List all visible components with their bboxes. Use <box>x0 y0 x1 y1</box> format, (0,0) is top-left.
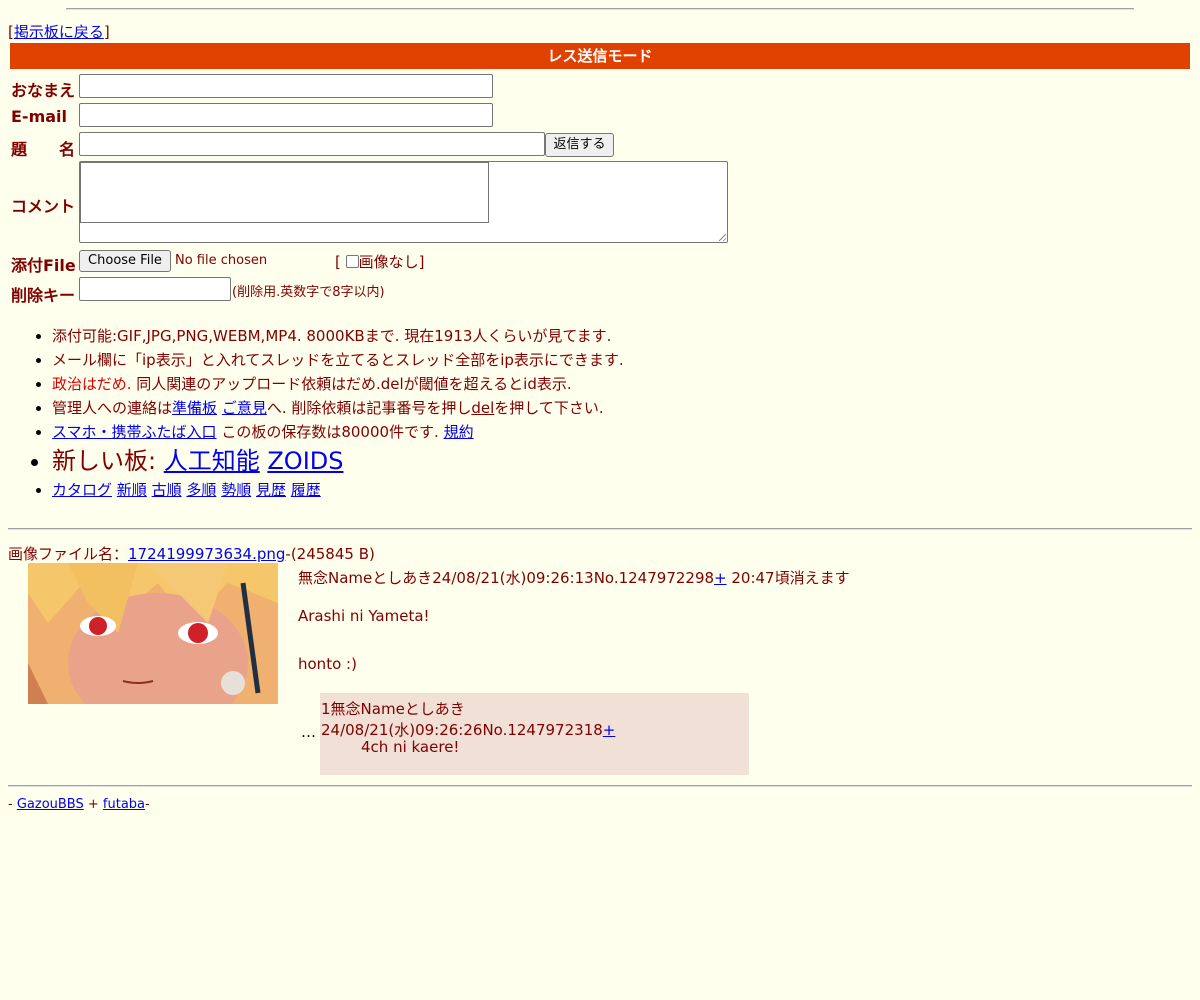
sort-old-link[interactable]: 古順 <box>152 481 182 499</box>
submit-reply-button[interactable]: 返信する <box>545 133 614 157</box>
anime-character-thumbnail-icon <box>28 563 278 704</box>
reply-sodane-button[interactable]: + <box>603 721 616 739</box>
back-nav: [掲示板に戻る] <box>8 21 110 42</box>
file-status-text: No file chosen <box>175 253 268 268</box>
reply-mode-header: レス送信モード <box>10 43 1190 69</box>
footer-suffix: - <box>145 797 150 812</box>
rule-mobile: スマホ・携帯ふたば入口 この板の保存数は80000件です. 規約 <box>52 420 624 444</box>
rule-mobile-text: この板の保存数は80000件です. <box>216 423 444 441</box>
no-image-checkbox[interactable] <box>345 255 359 268</box>
mobile-entrance-link[interactable]: スマホ・携帯ふたば入口 <box>52 423 217 441</box>
rule-politics-warning: 政治はだめ. <box>52 375 132 393</box>
top-divider <box>66 8 1134 10</box>
op-expire-text: 20:47頃消えます <box>726 569 850 587</box>
back-bracket-close: ] <box>103 23 110 41</box>
image-file-info: 画像ファイル名：1724199973634.png-(245845 B) <box>8 543 375 564</box>
op-post-body-line1: Arashi ni Yameta! <box>298 607 430 625</box>
ai-board-link[interactable]: 人工知能 <box>164 447 260 475</box>
feedback-link[interactable]: ご意見 <box>222 399 267 417</box>
sort-most-link[interactable]: 多順 <box>186 481 216 499</box>
rule-new-boards: 新しい板: 人工知能 ZOIDS <box>52 444 624 478</box>
rule-contact-text-b: へ. 削除依頼は記事番号を押し <box>266 399 472 417</box>
thread-thumbnail[interactable] <box>28 563 278 704</box>
reply-mode-title: レス送信モード <box>547 47 653 65</box>
comment-inner-box <box>80 162 489 223</box>
rule-contact: 管理人への連絡は準備板 ご意見へ. 削除依頼は記事番号を押しdelを押して下さい… <box>52 396 624 420</box>
name-label: おなまえ <box>11 81 76 100</box>
rule-ip: メール欄に「ip表示」と入れてスレッドを立てるとスレッド全部をip表示にできます… <box>52 348 624 372</box>
view-history-link[interactable]: 見歴 <box>256 481 286 499</box>
futaba-link[interactable]: futaba <box>103 797 145 812</box>
reply-post-body: 4ch ni kaere! <box>361 738 460 756</box>
noimage-bracket-open: [ <box>335 253 341 271</box>
post-history-link[interactable]: 履歴 <box>291 481 321 499</box>
new-boards-text: 新しい板: <box>52 447 164 475</box>
rule-contact-text-c: を押して下さい. <box>494 399 604 417</box>
del-button-ref: del <box>471 399 495 417</box>
rule-upload-text: 添付可能:GIF,JPG,PNG,WEBM,MP4. 8000KBまで. 現在1… <box>52 327 612 345</box>
footer-prefix: - <box>8 797 17 812</box>
comment-label: コメント <box>11 197 76 216</box>
file-label: 添付File <box>11 256 76 275</box>
subject-input[interactable] <box>79 132 545 156</box>
op-post-body-line2: honto :) <box>298 655 357 673</box>
email-input[interactable] <box>79 103 493 127</box>
noimage-bracket-close: ] <box>418 253 425 271</box>
back-to-board-link[interactable]: 掲示板に戻る <box>14 23 104 41</box>
rule-sort-links: カタログ 新順 古順 多順 勢順 見歴 履歴 <box>52 478 624 502</box>
sort-momentum-link[interactable]: 勢順 <box>221 481 251 499</box>
rule-politics-text: 同人関連のアップロード依頼はだめ.delが閾値を超えるとid表示. <box>131 375 572 393</box>
catalog-link[interactable]: カタログ <box>52 481 112 499</box>
no-image-label: 画像なし <box>358 253 419 271</box>
resize-grip-icon[interactable] <box>719 234 726 241</box>
comment-textarea[interactable] <box>79 161 728 243</box>
sort-new-link[interactable]: 新順 <box>117 481 147 499</box>
rule-upload: 添付可能:GIF,JPG,PNG,WEBM,MP4. 8000KBまで. 現在1… <box>52 324 624 348</box>
choose-file-button[interactable]: Choose File <box>79 250 171 272</box>
reply-post: 1無念Nameとしあき24/08/21(水)09:26:26No.1247972… <box>320 693 749 775</box>
delete-key-input[interactable] <box>79 277 231 301</box>
no-image-option: [ 画像なし] <box>335 251 425 272</box>
rule-politics: 政治はだめ. 同人関連のアップロード依頼はだめ.delが閾値を超えるとid表示. <box>52 372 624 396</box>
email-label: E-mail <box>11 107 68 126</box>
file-size-text: -(245845 B) <box>285 545 375 563</box>
rule-ip-text: メール欄に「ip表示」と入れてスレッドを立てるとスレッド全部をip表示にできます… <box>52 351 624 369</box>
subject-label: 題 名 <box>11 140 76 159</box>
footer-divider <box>8 785 1192 787</box>
zoids-board-link[interactable]: ZOIDS <box>267 447 343 475</box>
terms-link[interactable]: 規約 <box>444 423 474 441</box>
reply-ellipsis: … <box>301 723 316 741</box>
op-post-header: 無念Nameとしあき24/08/21(水)09:26:13No.12479722… <box>298 567 850 588</box>
thread-divider <box>8 528 1192 530</box>
op-post-meta: 無念Nameとしあき24/08/21(水)09:26:13No.12479722… <box>298 569 715 587</box>
delete-key-label: 削除キー <box>11 286 76 305</box>
board-rules-list: 添付可能:GIF,JPG,PNG,WEBM,MP4. 8000KBまで. 現在1… <box>32 324 624 502</box>
footer-plus: + <box>83 797 103 812</box>
gazoubbs-link[interactable]: GazouBBS <box>17 797 84 812</box>
name-input[interactable] <box>79 74 493 98</box>
image-file-link[interactable]: 1724199973634.png <box>128 545 285 563</box>
footer-credits: - GazouBBS + futaba- <box>8 797 150 812</box>
reply-post-header: 1無念Nameとしあき24/08/21(水)09:26:26No.1247972… <box>321 698 749 740</box>
file-info-prefix: 画像ファイル名： <box>8 545 129 563</box>
reply-post-meta: 1無念Nameとしあき24/08/21(水)09:26:26No.1247972… <box>321 700 603 739</box>
prep-board-link[interactable]: 準備板 <box>172 399 217 417</box>
rule-contact-text-a: 管理人への連絡は <box>52 399 173 417</box>
op-sodane-button[interactable]: + <box>714 569 727 587</box>
delete-key-note: (削除用.英数字で8字以内) <box>232 285 385 300</box>
